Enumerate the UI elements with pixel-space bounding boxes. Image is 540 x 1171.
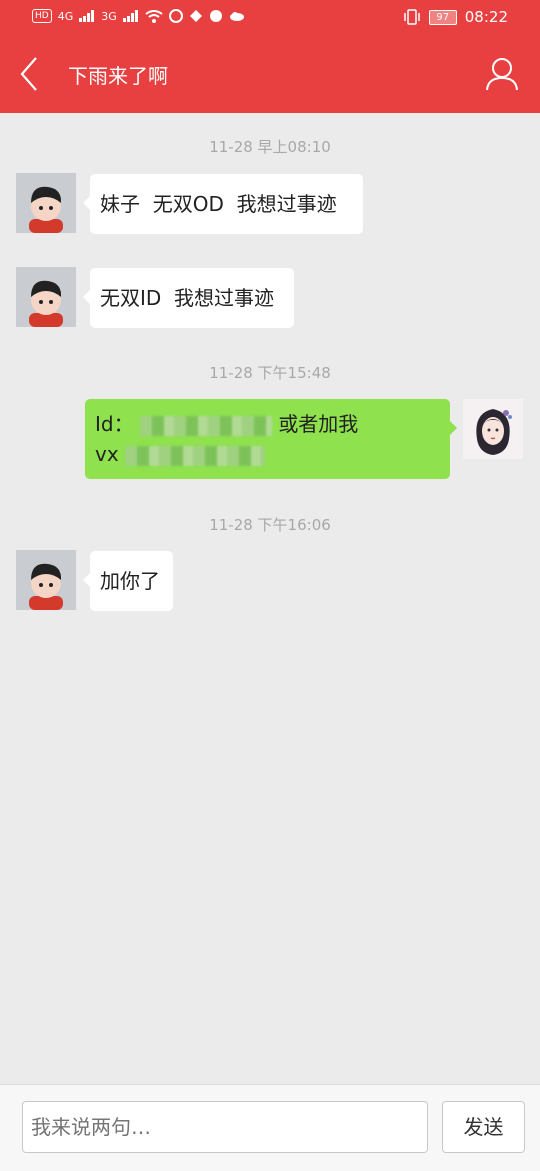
boy-avatar-icon bbox=[16, 173, 76, 233]
redacted-id bbox=[139, 415, 272, 436]
message-text: 无双ID 我想过事迹 bbox=[100, 286, 275, 310]
app-header: HD 4G 3G 97 08:22 下雨来了啊 bbox=[0, 0, 540, 113]
app-notification-icon bbox=[189, 10, 202, 22]
contact-avatar[interactable] bbox=[16, 173, 76, 233]
message-text: 或者加我 bbox=[278, 412, 359, 436]
4g-signal-label: 4G bbox=[57, 9, 74, 23]
message-bubble: 无双ID 我想过事迹 bbox=[83, 268, 294, 328]
message-text: Id： bbox=[95, 412, 134, 436]
my-avatar[interactable] bbox=[463, 399, 523, 459]
contact-avatar[interactable] bbox=[16, 267, 76, 327]
message-timestamp: 11-28 早上08:10 bbox=[209, 138, 331, 156]
message-input[interactable] bbox=[22, 1101, 428, 1153]
message-text: 妹子 无双OD 我想过事迹 bbox=[100, 192, 337, 216]
message-timestamp: 11-28 下午15:48 bbox=[209, 364, 331, 382]
wifi-icon bbox=[145, 9, 163, 23]
battery-indicator: 97 bbox=[428, 9, 457, 25]
chevron-left-icon[interactable] bbox=[16, 55, 46, 93]
message-text: 加你了 bbox=[100, 569, 160, 593]
cloud-icon bbox=[229, 12, 244, 21]
contact-avatar[interactable] bbox=[16, 550, 76, 610]
signal-icon bbox=[122, 10, 138, 22]
status-time: 08:22 bbox=[464, 8, 508, 26]
message-bubble: 加你了 bbox=[83, 551, 173, 611]
3g-signal-label: 3G bbox=[101, 9, 117, 23]
boy-avatar-icon bbox=[16, 550, 76, 610]
vibrate-icon bbox=[404, 9, 420, 25]
signal-icon bbox=[79, 10, 95, 22]
redacted-vx bbox=[125, 445, 266, 466]
message-bubble: 妹子 无双OD 我想过事迹 bbox=[83, 174, 363, 234]
page-title: 下雨来了啊 bbox=[68, 64, 168, 88]
person-icon[interactable] bbox=[486, 57, 518, 91]
girl-avatar-icon bbox=[463, 399, 523, 459]
app-notification-icon bbox=[209, 10, 222, 22]
hd-badge: HD bbox=[32, 9, 52, 23]
status-bar: HD 4G 3G 97 08:22 bbox=[0, 0, 540, 38]
send-button[interactable]: 发送 bbox=[442, 1101, 525, 1153]
message-timestamp: 11-28 下午16:06 bbox=[209, 516, 331, 534]
message-text: vx bbox=[95, 442, 119, 466]
boy-avatar-icon bbox=[16, 267, 76, 327]
my-message-bubble: Id： 或者加我 vx bbox=[85, 399, 457, 479]
app-notification-icon bbox=[168, 9, 183, 23]
